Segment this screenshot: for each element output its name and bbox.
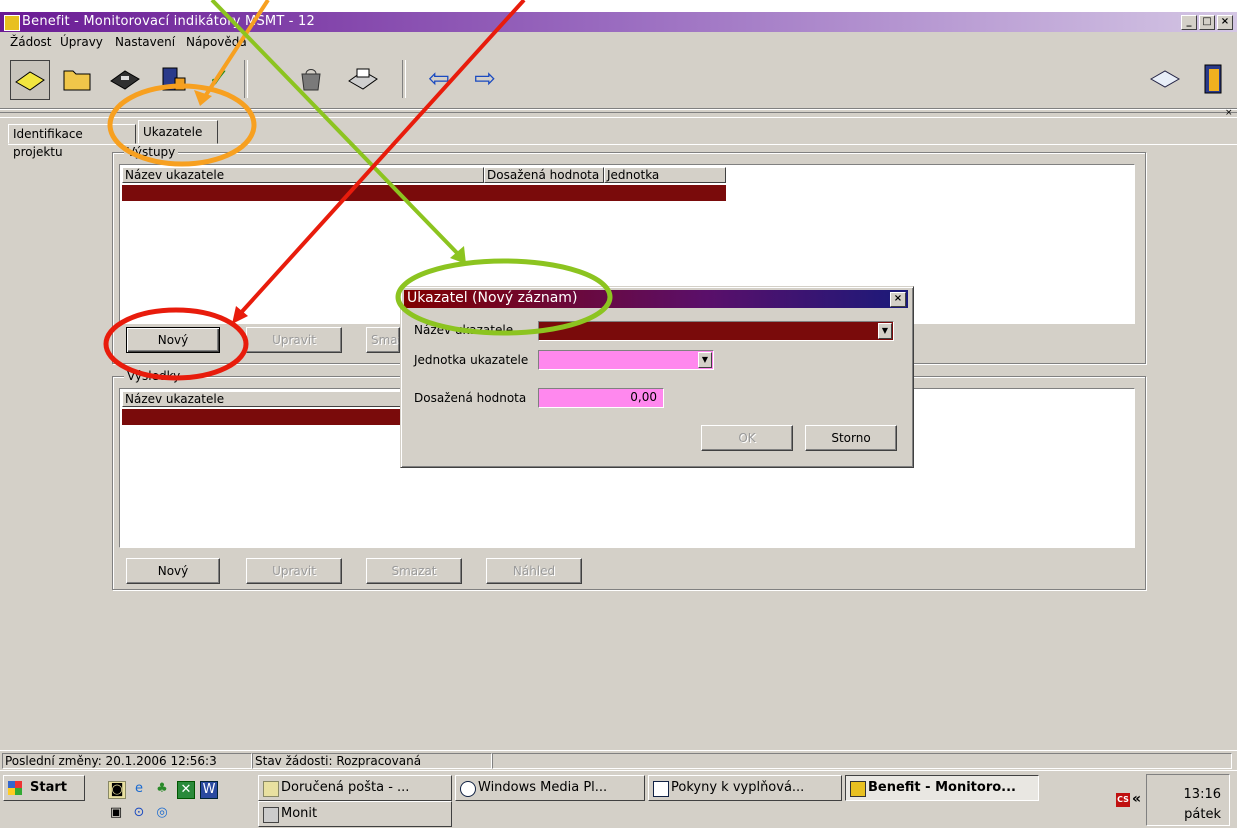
results-delete-button[interactable]: Smazat [366,558,462,584]
results-new-button[interactable]: Nový [126,558,220,584]
start-label: Start [30,780,67,795]
outputs-legend: Výstupy [124,145,179,159]
task-monit-label: Monit [281,806,318,821]
language-indicator[interactable]: CS [1116,793,1130,807]
check-icon[interactable]: ✓ [200,60,238,98]
ok-button[interactable]: OK [701,425,793,451]
close-button[interactable]: × [1217,15,1233,30]
outputs-edit-button[interactable]: Upravit [246,327,342,353]
col-jednotka[interactable]: Jednotka [604,167,726,183]
outlook-icon [263,781,279,797]
dialog-title: Ukazatel (Nový záznam) [407,290,578,306]
status-last-changes: Poslední změny: 20.1.2006 12:56:3 [2,753,252,769]
results-preview-button[interactable]: Náhled [486,558,582,584]
cancel-button[interactable]: Storno [805,425,897,451]
app-icon-green[interactable]: ♣ [154,781,170,797]
print-icon[interactable] [154,60,192,98]
menubar: Žádost Úpravy Nastavení Nápověda [0,32,1237,52]
value-label: Dosažená hodnota [414,391,527,405]
task-benefit[interactable]: Benefit - Monitoro... [845,775,1039,801]
name-label: Název ukazatele [414,323,514,337]
player-icon[interactable]: ⊙ [131,805,147,821]
maximize-button[interactable]: □ [1199,15,1215,30]
col-nazev-results[interactable]: Název ukazatele [122,391,402,407]
task-word-label: Pokyny k vyplňová... [671,780,805,795]
unit-select[interactable]: ▼ [538,350,714,370]
task-outlook[interactable]: Doručená pošta - ... [258,775,452,801]
table-row[interactable] [122,409,400,425]
monitor-icon [263,807,279,823]
menu-napoveda[interactable]: Nápověda [186,35,247,49]
toolbar-separator-2 [402,60,406,98]
menu-nastaveni[interactable]: Nastavení [115,35,175,49]
tab-identifikace[interactable]: Identifikace projektu [8,124,136,159]
table-row[interactable] [122,185,726,201]
forward-icon[interactable]: ⇨ [466,60,504,98]
outputs-delete-button[interactable]: Smazat [366,327,400,353]
open-icon[interactable] [10,60,50,100]
task-word[interactable]: Pokyny k vyplňová... [648,775,842,801]
pane-close-icon[interactable]: × [1225,108,1233,118]
dialog-close-button[interactable]: × [890,292,906,307]
benefit-icon [850,781,866,797]
col-hodnota[interactable]: Dosažená hodnota [484,167,604,183]
folder-icon[interactable] [58,60,96,98]
word-doc-icon [653,781,669,797]
exit-icon[interactable] [1194,60,1232,98]
window-titlebar[interactable]: Benefit - Monitorovací indikátory MŠMT -… [0,12,1237,32]
tab-border [8,144,1237,145]
status-state: Stav žádosti: Rozpracovaná [252,753,492,769]
name-select[interactable]: ▼ [538,321,894,341]
app-icon [4,15,20,31]
toolbar: ✓ ⇦ ⇨ [0,52,1237,109]
status-empty [492,753,1232,769]
word-icon[interactable]: W [200,781,218,799]
ie-icon[interactable]: e [131,781,147,797]
menu-upravy[interactable]: Úpravy [60,35,103,49]
task-benefit-label: Benefit - Monitoro... [868,780,1016,795]
excel-icon[interactable]: ✕ [177,781,195,799]
results-edit-button[interactable]: Upravit [246,558,342,584]
splitter[interactable] [0,112,1237,118]
dialog-titlebar[interactable]: Ukazatel (Nový záznam) × [404,290,908,308]
clock-day: pátek [1184,807,1221,822]
start-button[interactable]: Start [3,775,85,801]
help-icon[interactable] [1146,60,1184,98]
explorer-icon[interactable]: ◎ [154,805,170,821]
outputs-new-button[interactable]: Nový [126,327,220,353]
indicator-dialog: Ukazatel (Nový záznam) × Název ukazatele… [400,286,914,468]
task-media-label: Windows Media Pl... [478,780,608,795]
outlook-icon[interactable]: ◙ [108,781,126,799]
bag-icon[interactable] [292,60,330,98]
value-input[interactable]: 0,00 [538,388,664,408]
chevron-down-icon[interactable]: ▼ [698,352,712,368]
media-icon[interactable]: ▣ [108,805,124,821]
task-media-player[interactable]: Windows Media Pl... [455,775,645,801]
clock-time[interactable]: 13:16 [1147,787,1229,802]
toolbar-separator [244,60,248,98]
status-bar: Poslední změny: 20.1.2006 12:56:3 Stav ž… [0,750,1237,771]
task-monit[interactable]: Monit [258,801,452,827]
system-tray: 13:16 pátek [1146,774,1230,826]
unit-label: Jednotka ukazatele [414,353,529,367]
tray-expand-icon[interactable]: « [1132,791,1141,807]
results-legend: Výsledky [124,369,184,383]
menu-zadost[interactable]: Žádost [10,35,52,49]
windows-logo-icon [8,781,22,795]
back-icon[interactable]: ⇦ [420,60,458,98]
chevron-down-icon[interactable]: ▼ [878,323,892,339]
media-player-icon [460,781,476,797]
taskbar: Start ◙ e ♣ ✕ W ▣ ⊙ ◎ Doručená pošta - .… [0,770,1237,828]
minimize-button[interactable]: _ [1181,15,1197,30]
task-outlook-label: Doručená pošta - ... [281,780,410,795]
printer-icon[interactable] [344,60,382,98]
save-icon[interactable] [106,60,144,98]
window-title: Benefit - Monitorovací indikátory MŠMT -… [22,14,315,29]
tab-ukazatele[interactable]: Ukazatele [138,120,218,144]
col-nazev[interactable]: Název ukazatele [122,167,484,183]
